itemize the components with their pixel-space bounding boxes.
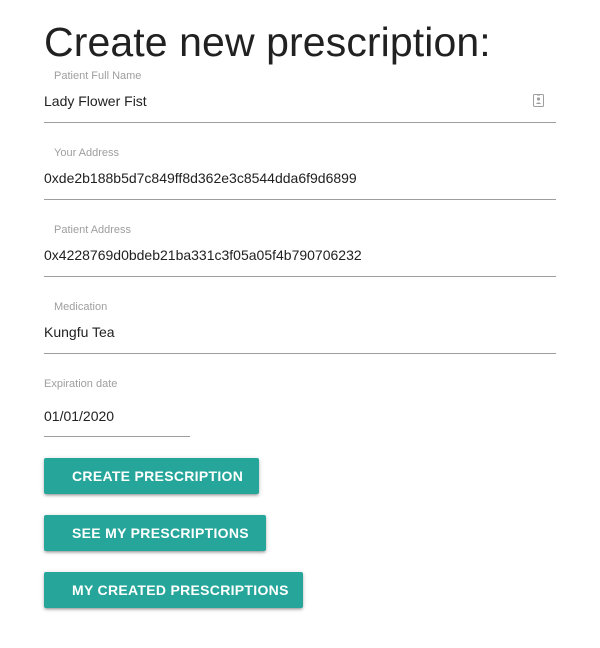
patient-name-underline xyxy=(44,122,556,123)
your-address-input[interactable]: 0xde2b188b5d7c849ff8d362e3c8544dda6f9d68… xyxy=(44,170,357,186)
your-address-label: Your Address xyxy=(54,147,120,159)
expiration-date-field[interactable]: Expiration date 01/01/2020 xyxy=(44,377,190,439)
my-created-prescriptions-button[interactable]: MY CREATED PRESCRIPTIONS xyxy=(44,572,303,608)
contact-card-icon[interactable] xyxy=(533,94,544,107)
patient-address-label: Patient Address xyxy=(54,224,132,236)
medication-label: Medication xyxy=(54,301,108,313)
your-address-field[interactable]: Your Address 0xde2b188b5d7c849ff8d362e3c… xyxy=(44,145,556,201)
create-prescription-button[interactable]: CREATE PRESCRIPTION xyxy=(44,458,259,494)
medication-field[interactable]: Medication Kungfu Tea xyxy=(44,299,556,355)
patient-name-field[interactable]: Patient Full Name Lady Flower Fist xyxy=(44,68,556,124)
see-my-prescriptions-button[interactable]: SEE MY PRESCRIPTIONS xyxy=(44,515,266,551)
patient-address-underline xyxy=(44,276,556,277)
expiration-date-label: Expiration date xyxy=(44,378,118,390)
patient-address-field[interactable]: Patient Address 0x4228769d0bdeb21ba331c3… xyxy=(44,222,556,278)
patient-name-label: Patient Full Name xyxy=(54,70,142,82)
expiration-date-underline xyxy=(44,436,190,437)
prescription-page: Create new prescription: Patient Full Na… xyxy=(0,0,600,648)
your-address-underline xyxy=(44,199,556,200)
medication-input[interactable]: Kungfu Tea xyxy=(44,324,115,340)
expiration-date-input[interactable]: 01/01/2020 xyxy=(44,408,114,424)
patient-address-input[interactable]: 0x4228769d0bdeb21ba331c3f05a05f4b7907062… xyxy=(44,247,362,263)
page-title: Create new prescription: xyxy=(44,19,491,65)
patient-name-input[interactable]: Lady Flower Fist xyxy=(44,93,147,109)
medication-underline xyxy=(44,353,556,354)
